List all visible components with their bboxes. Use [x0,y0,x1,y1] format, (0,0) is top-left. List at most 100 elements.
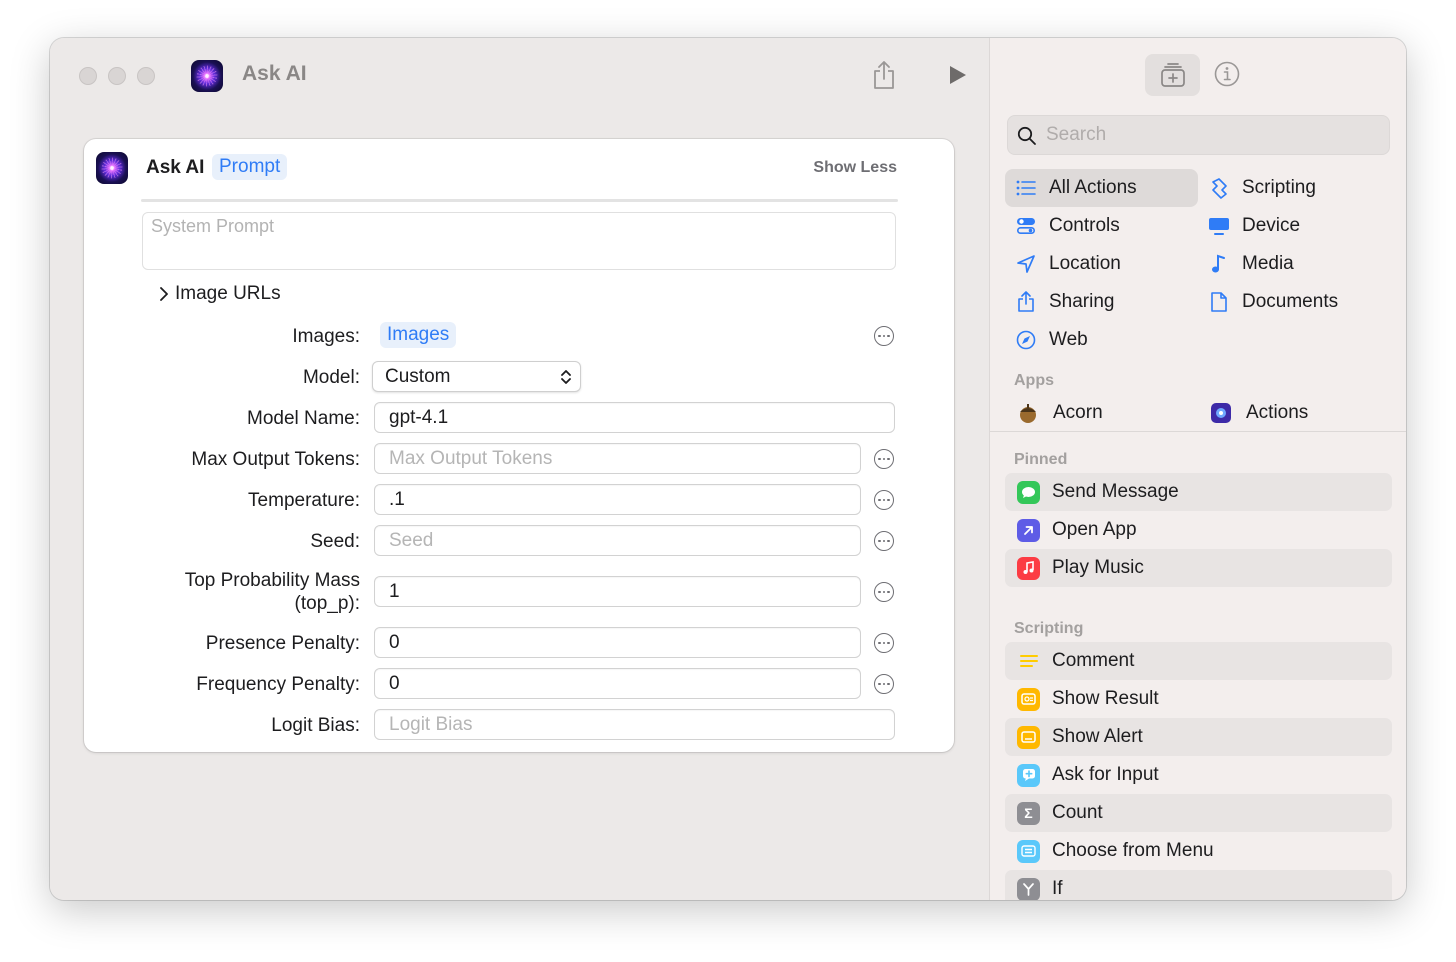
category-media[interactable]: Media [1198,245,1294,283]
scripting-comment[interactable]: Comment [1005,642,1392,680]
shortcuts-window: Ask AI Ask AI Prompt Show Less System Pr… [50,38,1406,900]
ask-ai-action-card: Ask AI Prompt Show Less System Prompt Im… [84,139,954,752]
search-field[interactable]: Search [1007,115,1390,155]
app-label: Actions [1246,402,1309,423]
toggle-icon [1015,215,1037,237]
presence-penalty-options-button[interactable] [874,633,894,653]
category-location[interactable]: Location [1005,245,1121,283]
zoom-window-button[interactable] [137,67,155,85]
music-note-icon [1208,253,1230,275]
scripting-show-result[interactable]: Show Result [1005,680,1392,718]
category-web[interactable]: Web [1005,321,1088,359]
top-p-options-button[interactable] [874,582,894,602]
model-select[interactable]: Custom [372,361,581,392]
action-label: If [1052,878,1063,899]
editor-pane: Ask AI Ask AI Prompt Show Less System Pr… [50,38,989,900]
presence-penalty-label: Presence Penalty: [205,633,360,654]
category-controls[interactable]: Controls [1005,207,1120,245]
action-label: Show Alert [1052,726,1143,747]
top-p-label-line2: (top_p): [294,593,360,614]
system-prompt-input[interactable]: System Prompt [142,212,896,270]
prompt-variable-token[interactable]: Prompt [212,154,288,180]
category-label: All Actions [1049,177,1137,198]
category-documents[interactable]: Documents [1198,283,1338,321]
scripting-heading: Scripting [1014,620,1084,637]
search-icon [1017,126,1036,145]
close-window-button[interactable] [79,67,97,85]
chevron-right-icon [160,287,168,301]
compass-icon [1015,329,1037,351]
temperature-input[interactable]: .1 [374,484,861,515]
card-divider [141,199,898,202]
action-label: Show Result [1052,688,1159,709]
info-button[interactable] [1213,60,1241,93]
category-label: Location [1049,253,1121,274]
model-name-label: Model Name: [247,408,360,429]
play-icon [950,66,966,84]
model-name-input[interactable]: gpt-4.1 [374,402,895,433]
search-placeholder: Search [1046,124,1107,145]
action-label: Ask for Input [1052,764,1159,785]
share-button[interactable] [867,58,901,92]
model-label: Model: [302,367,360,388]
app-actions[interactable]: Actions [1198,394,1308,432]
scripting-if[interactable]: If [1005,870,1392,900]
logit-bias-input[interactable]: Logit Bias [374,709,895,740]
pinned-open-app[interactable]: Open App [1005,511,1392,549]
acorn-icon [1017,402,1039,424]
category-label: Web [1049,329,1088,350]
seed-options-button[interactable] [874,531,894,551]
top-p-label-line1: Top Probability Mass [184,570,360,591]
music-note-icon [1017,556,1040,580]
image-urls-disclosure[interactable]: Image URLs [159,283,281,305]
category-label: Sharing [1049,291,1115,312]
presence-penalty-input[interactable]: 0 [374,627,861,658]
arrow-up-right-icon [1017,518,1040,542]
frequency-penalty-label: Frequency Penalty: [196,674,360,695]
category-sharing[interactable]: Sharing [1005,283,1115,321]
action-label: Send Message [1052,481,1179,502]
category-device[interactable]: Device [1198,207,1300,245]
app-acorn[interactable]: Acorn [1005,394,1103,432]
share-icon [1015,291,1037,313]
sigma-icon: Σ [1017,801,1040,825]
action-label: Comment [1052,650,1135,671]
seed-input[interactable]: Seed [374,525,861,556]
scripting-choose-from-menu[interactable]: Choose from Menu [1005,832,1392,870]
frequency-penalty-options-button[interactable] [874,674,894,694]
max-output-tokens-input[interactable]: Max Output Tokens [374,443,861,474]
logit-bias-label: Logit Bias: [271,715,360,736]
document-icon [1208,291,1230,313]
action-library-sidebar: Search All Actions Scripting Controls De… [989,38,1406,900]
model-select-value: Custom [385,366,451,387]
pinned-send-message[interactable]: Send Message [1005,473,1392,511]
scripting-icon [1208,177,1230,199]
run-button[interactable] [940,58,974,92]
scripting-count[interactable]: Σ Count [1005,794,1392,832]
max-output-tokens-options-button[interactable] [874,449,894,469]
top-p-input[interactable]: 1 [374,576,861,607]
plus-bubble-icon [1017,763,1040,787]
temperature-options-button[interactable] [874,490,894,510]
frequency-penalty-input[interactable]: 0 [374,668,861,699]
share-icon [874,61,894,89]
temperature-label: Temperature: [248,490,360,511]
pinned-play-music[interactable]: Play Music [1005,549,1392,587]
ask-ai-app-icon [191,60,223,92]
action-label: Choose from Menu [1052,840,1214,861]
ask-ai-action-icon [96,152,128,184]
category-scripting[interactable]: Scripting [1198,169,1316,207]
monitor-icon [1208,215,1230,237]
show-less-button[interactable]: Show Less [813,159,897,177]
scripting-ask-for-input[interactable]: Ask for Input [1005,756,1392,794]
image-urls-label: Image URLs [175,283,281,304]
action-library-button[interactable] [1145,54,1200,96]
scripting-show-alert[interactable]: Show Alert [1005,718,1392,756]
action-title: Ask AI [146,157,205,178]
images-variable-token[interactable]: Images [380,322,457,348]
seed-label: Seed: [310,531,360,552]
category-all-actions[interactable]: All Actions [1005,169,1198,207]
minimize-window-button[interactable] [108,67,126,85]
images-options-button[interactable] [874,326,894,346]
actions-app-icon [1210,402,1232,424]
